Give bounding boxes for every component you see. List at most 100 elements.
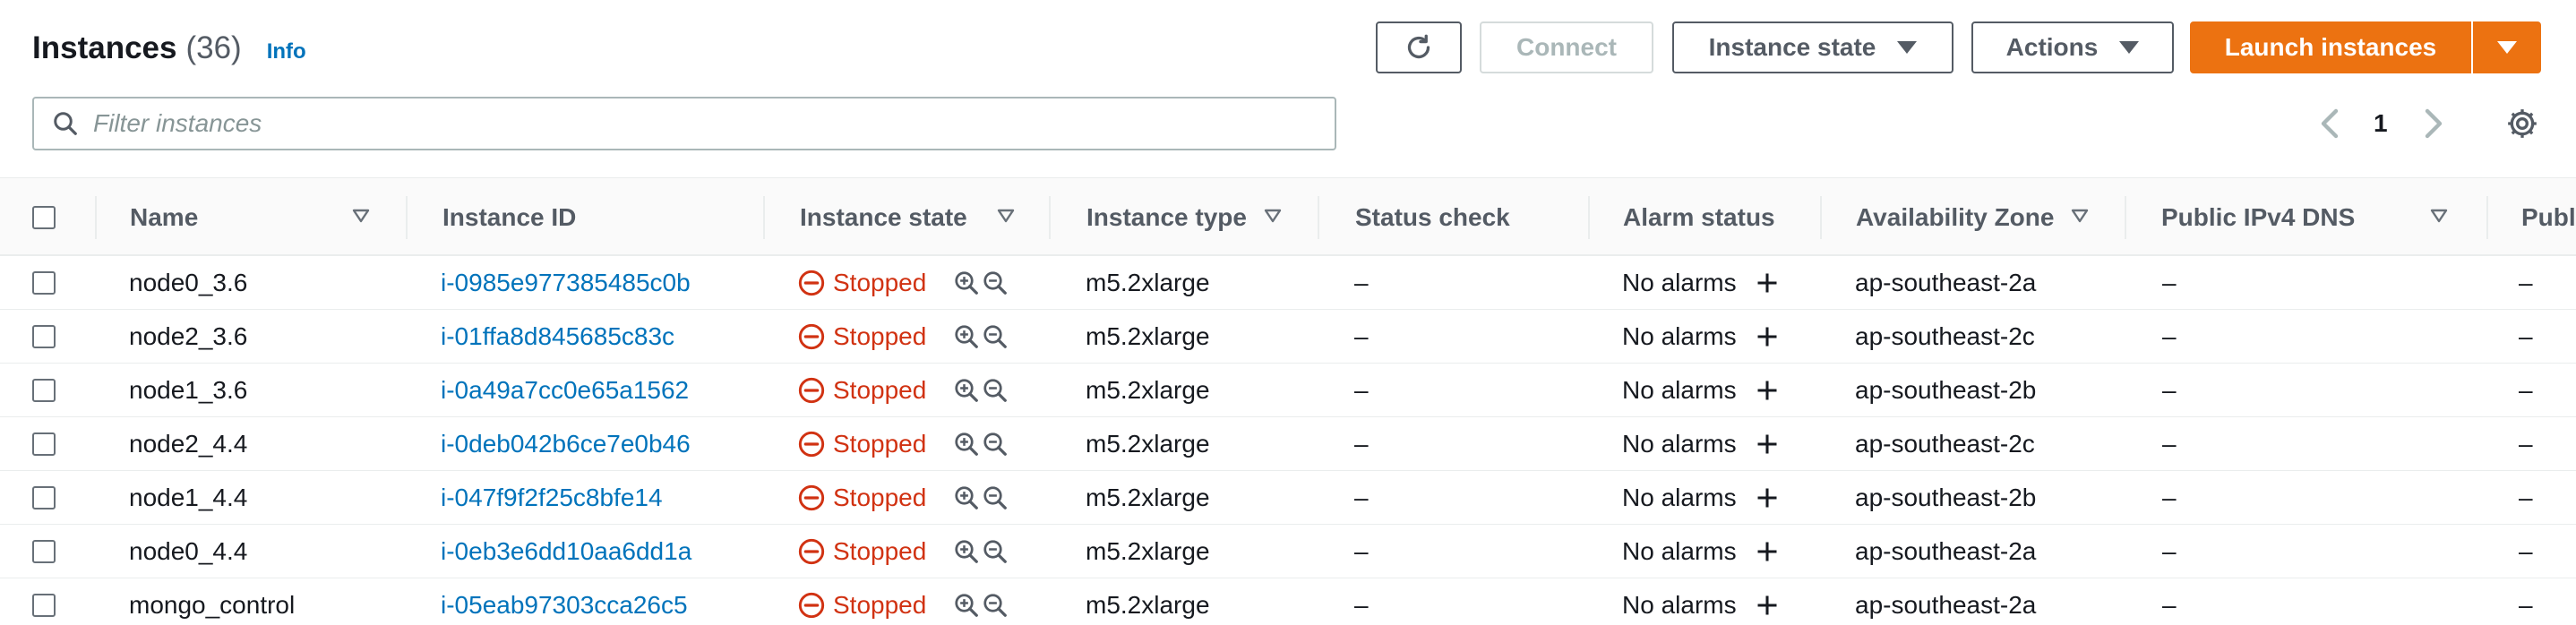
column-header-public-ipv4-ip-label: Publ xyxy=(2521,203,2576,231)
instance-name[interactable]: node0_3.6 xyxy=(129,256,247,310)
row-checkbox-cell[interactable] xyxy=(32,471,56,525)
filter-box[interactable] xyxy=(32,97,1336,150)
instance-count: (36) xyxy=(185,30,242,65)
zoom-in-icon[interactable] xyxy=(953,270,980,296)
instance-id-link[interactable]: i-0a49a7cc0e65a1562 xyxy=(441,364,689,417)
zoom-in-icon[interactable] xyxy=(953,592,980,619)
add-alarm-icon[interactable] xyxy=(1755,378,1780,403)
row-checkbox-cell[interactable] xyxy=(32,578,56,625)
column-header-name[interactable]: Name xyxy=(130,178,406,257)
row-checkbox-cell[interactable] xyxy=(32,417,56,471)
launch-instances-button[interactable]: Launch instances xyxy=(2190,21,2471,73)
instance-id-link[interactable]: i-0985e977385485c0b xyxy=(441,256,691,310)
zoom-out-icon[interactable] xyxy=(982,484,1009,511)
column-header-instance-state[interactable]: Instance state xyxy=(800,178,1051,257)
stopped-icon xyxy=(798,484,825,511)
add-alarm-icon[interactable] xyxy=(1755,539,1780,564)
zoom-out-icon[interactable] xyxy=(982,592,1009,619)
refresh-button[interactable] xyxy=(1376,21,1462,73)
instance-name[interactable]: node2_4.4 xyxy=(129,417,247,471)
column-header-alarm-status[interactable]: Alarm status xyxy=(1623,178,1820,257)
column-header-status-check[interactable]: Status check xyxy=(1355,178,1588,257)
previous-page-button[interactable] xyxy=(2318,104,2340,143)
row-checkbox-cell[interactable] xyxy=(32,310,56,364)
settings-button[interactable] xyxy=(2504,106,2540,146)
instance-state-button[interactable]: Instance state xyxy=(1672,21,1953,73)
instance-state-label: Stopped xyxy=(833,430,927,458)
launch-instances-dropdown[interactable] xyxy=(2473,21,2541,73)
add-alarm-icon[interactable] xyxy=(1755,270,1780,295)
instance-name[interactable]: mongo_control xyxy=(129,578,295,625)
instance-id-link[interactable]: i-047f9f2f25c8bfe14 xyxy=(441,471,663,525)
column-header-instance-id[interactable]: Instance ID xyxy=(442,178,765,257)
zoom-in-icon[interactable] xyxy=(953,538,980,565)
zoom-in-icon[interactable] xyxy=(953,323,980,350)
sort-icon[interactable] xyxy=(997,209,1015,223)
zoom-in-icon[interactable] xyxy=(953,431,980,458)
state-zoom-controls xyxy=(953,270,1010,296)
instance-id-link[interactable]: i-0deb042b6ce7e0b46 xyxy=(441,417,691,471)
row-checkbox[interactable] xyxy=(32,540,56,563)
availability-zone-value: ap-southeast-2c xyxy=(1855,430,2035,458)
next-page-button[interactable] xyxy=(2424,104,2445,143)
table-row[interactable]: mongo_control i-05eab97303cca26c5 Stoppe… xyxy=(0,578,2576,625)
zoom-in-icon[interactable] xyxy=(953,484,980,511)
connect-button[interactable]: Connect xyxy=(1480,21,1653,73)
instance-id-link[interactable]: i-05eab97303cca26c5 xyxy=(441,578,688,625)
page-number[interactable]: 1 xyxy=(2374,104,2388,143)
sort-icon[interactable] xyxy=(2430,209,2448,223)
add-alarm-icon[interactable] xyxy=(1755,324,1780,349)
row-checkbox-cell[interactable] xyxy=(32,364,56,417)
zoom-out-icon[interactable] xyxy=(982,270,1009,296)
zoom-in-icon[interactable] xyxy=(953,377,980,404)
row-checkbox[interactable] xyxy=(32,379,56,402)
instance-state-cell: Stopped xyxy=(797,256,1010,310)
table-row[interactable]: node1_3.6 i-0a49a7cc0e65a1562 Stopped m5… xyxy=(0,364,2576,417)
availability-zone-value: ap-southeast-2a xyxy=(1855,591,2037,619)
instance-state-cell: Stopped xyxy=(797,578,1010,625)
table-row[interactable]: node2_4.4 i-0deb042b6ce7e0b46 Stopped m5… xyxy=(0,417,2576,471)
row-checkbox[interactable] xyxy=(32,594,56,617)
sort-icon[interactable] xyxy=(1264,209,1282,223)
row-checkbox-cell[interactable] xyxy=(32,525,56,578)
sort-icon[interactable] xyxy=(2071,209,2089,223)
column-header-public-ipv4-ip[interactable]: Publ xyxy=(2521,178,2576,257)
sort-icon[interactable] xyxy=(352,209,370,223)
add-alarm-icon[interactable] xyxy=(1755,432,1780,457)
zoom-out-icon[interactable] xyxy=(982,538,1009,565)
table-row[interactable]: node0_3.6 i-0985e977385485c0b Stopped m5… xyxy=(0,256,2576,310)
column-header-public-ipv4-dns[interactable]: Public IPv4 DNS xyxy=(2161,178,2493,257)
instance-name[interactable]: node1_4.4 xyxy=(129,471,247,525)
row-checkbox[interactable] xyxy=(32,432,56,456)
availability-zone-value: ap-southeast-2b xyxy=(1855,484,2037,511)
actions-button[interactable]: Actions xyxy=(1971,21,2174,73)
table-row[interactable]: node2_3.6 i-01ffa8d845685c83c Stopped m5… xyxy=(0,310,2576,364)
row-checkbox-cell[interactable] xyxy=(32,256,56,310)
info-link[interactable]: Info xyxy=(267,39,306,64)
table-row[interactable]: node1_4.4 i-047f9f2f25c8bfe14 Stopped m5… xyxy=(0,471,2576,525)
row-checkbox[interactable] xyxy=(32,486,56,509)
column-header-alarm-status-label: Alarm status xyxy=(1623,203,1775,231)
table-row[interactable]: node0_4.4 i-0eb3e6dd10aa6dd1a Stopped m5… xyxy=(0,525,2576,578)
add-alarm-icon[interactable] xyxy=(1755,485,1780,510)
public-ip-value: – xyxy=(2519,322,2533,350)
zoom-out-icon[interactable] xyxy=(982,323,1009,350)
column-header-availability-zone[interactable]: Availability Zone xyxy=(1856,178,2125,257)
row-checkbox[interactable] xyxy=(32,325,56,348)
add-alarm-icon[interactable] xyxy=(1755,593,1780,618)
instance-name[interactable]: node1_3.6 xyxy=(129,364,247,417)
instance-id-link[interactable]: i-01ffa8d845685c83c xyxy=(441,310,674,364)
instance-id-link[interactable]: i-0eb3e6dd10aa6dd1a xyxy=(441,525,691,578)
zoom-out-icon[interactable] xyxy=(982,377,1009,404)
filter-input[interactable] xyxy=(93,109,1311,138)
row-checkbox[interactable] xyxy=(32,271,56,295)
instance-name[interactable]: node2_3.6 xyxy=(129,310,247,364)
select-all-checkbox[interactable] xyxy=(32,206,56,229)
stopped-icon xyxy=(798,323,825,350)
zoom-out-icon[interactable] xyxy=(982,431,1009,458)
select-all-cell[interactable] xyxy=(32,178,56,257)
instance-name[interactable]: node0_4.4 xyxy=(129,525,247,578)
column-header-status-check-label: Status check xyxy=(1355,203,1510,231)
column-header-instance-type[interactable]: Instance type xyxy=(1086,178,1319,257)
column-header-instance-id-label: Instance ID xyxy=(442,203,577,231)
